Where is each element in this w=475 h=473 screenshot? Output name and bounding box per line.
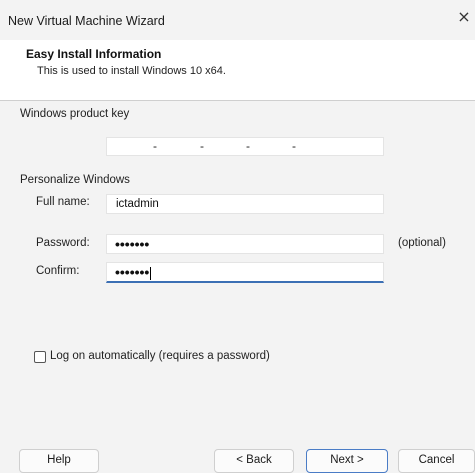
window-title: New Virtual Machine Wizard (8, 14, 165, 28)
confirm-mask: ••••••• (115, 264, 150, 280)
back-button[interactable]: < Back (214, 449, 294, 473)
full-name-value: ictadmin (116, 198, 159, 210)
text-caret (150, 266, 152, 280)
confirm-label: Confirm: (36, 265, 80, 277)
full-name-label: Full name: (36, 196, 90, 208)
page-subtitle: This is used to install Windows 10 x64. (37, 65, 226, 77)
key-separator: - (153, 139, 157, 153)
cancel-button[interactable]: Cancel (398, 449, 475, 473)
password-label: Password: (36, 237, 90, 249)
confirm-mask-wrap: ••••••• (115, 264, 152, 280)
key-separator: - (292, 139, 296, 153)
product-key-input[interactable]: - - - - (106, 137, 384, 156)
autologon-checkbox[interactable] (34, 351, 46, 363)
password-mask: ••••••• (115, 236, 150, 252)
close-icon[interactable]: × (453, 6, 475, 28)
next-button[interactable]: Next > (306, 449, 388, 473)
autologon-label[interactable]: Log on automatically (requires a passwor… (50, 350, 270, 362)
help-button[interactable]: Help (19, 449, 99, 473)
key-separator: - (200, 139, 204, 153)
password-input[interactable]: ••••••• (106, 234, 384, 254)
title-bar: New Virtual Machine Wizard × (0, 0, 475, 40)
product-key-label: Windows product key (20, 108, 130, 120)
password-optional-note: (optional) (398, 237, 446, 249)
wizard-header: Easy Install Information This is used to… (0, 40, 475, 100)
confirm-input[interactable]: ••••••• (106, 262, 384, 283)
personalize-section-label: Personalize Windows (20, 174, 130, 186)
key-separator: - (246, 139, 250, 153)
full-name-input[interactable]: ictadmin (106, 194, 384, 214)
header-divider (0, 100, 475, 101)
page-title: Easy Install Information (26, 47, 162, 61)
